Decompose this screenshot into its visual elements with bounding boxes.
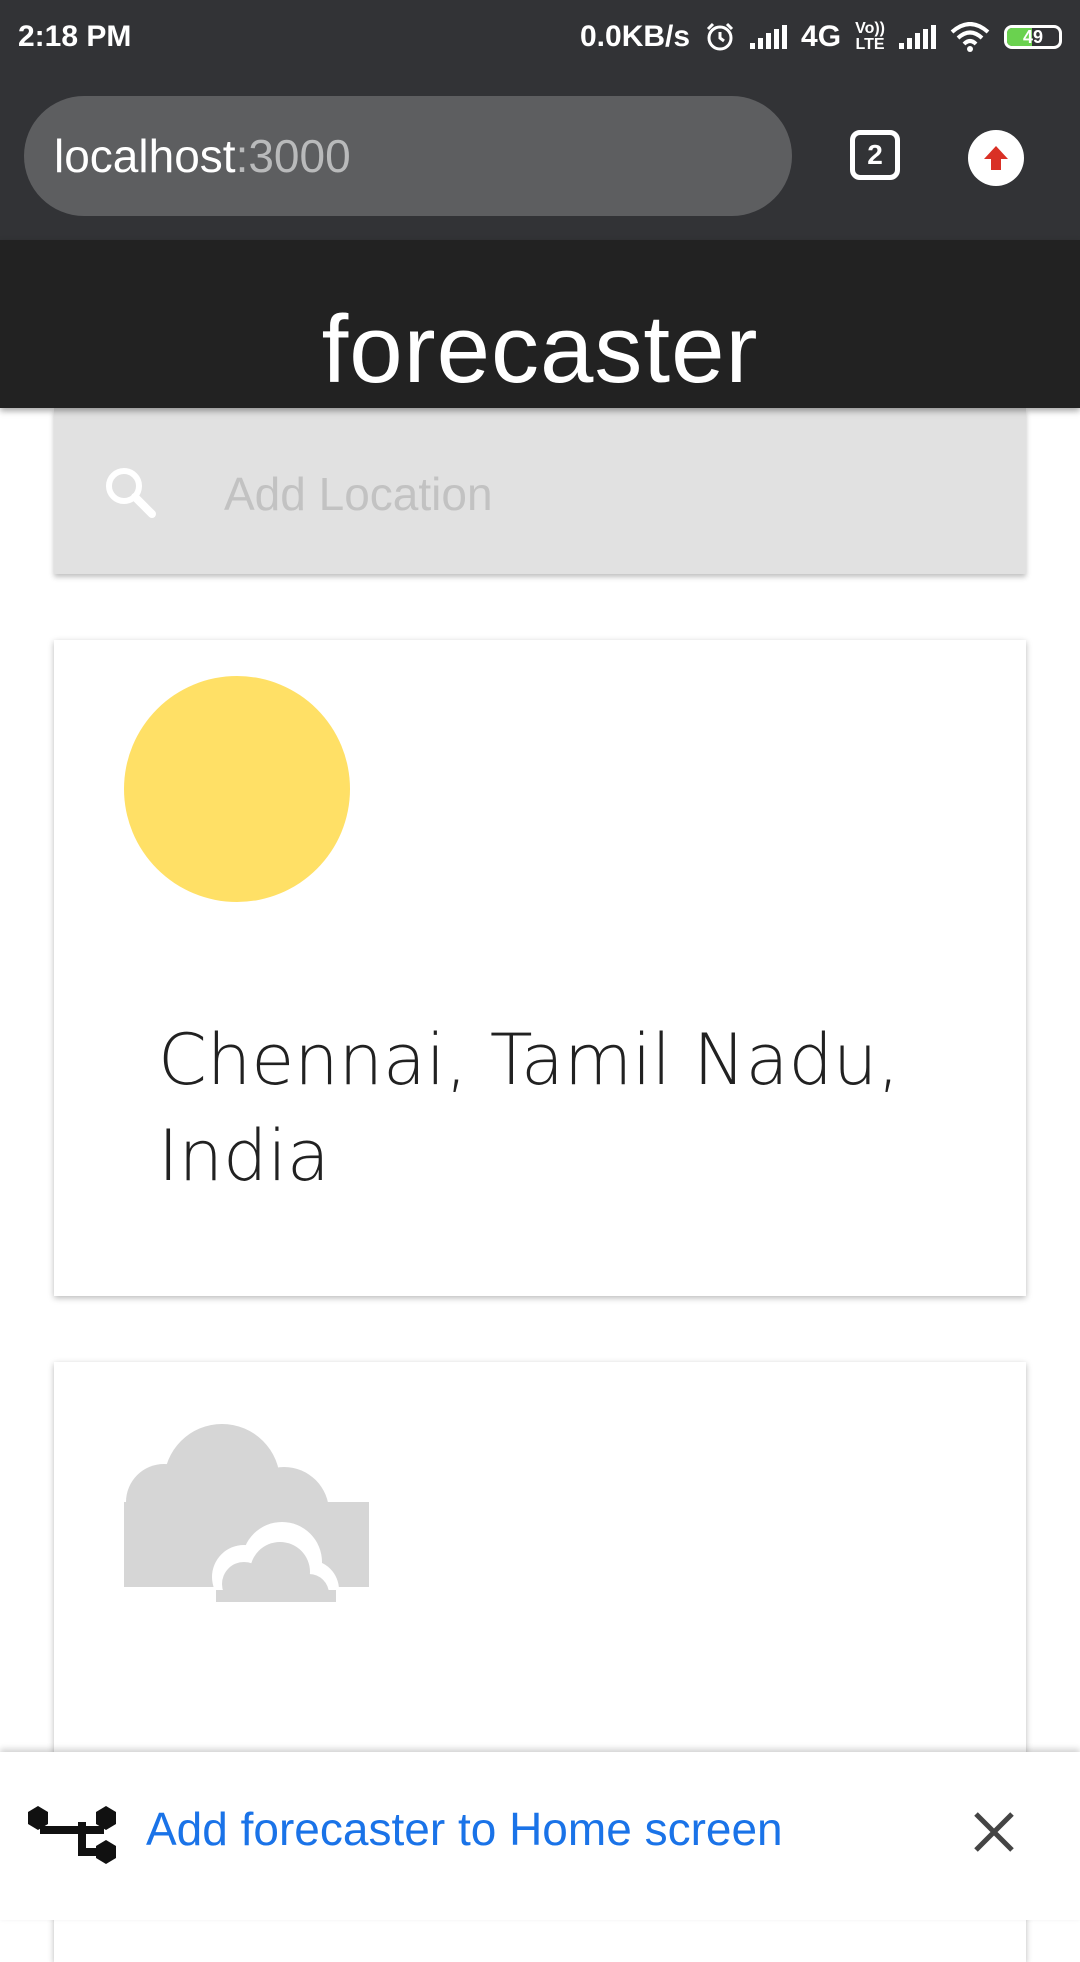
add-to-home-banner: Add forecaster to Home screen: [0, 1752, 1080, 1920]
signal-icon: [750, 25, 788, 49]
url-port: :3000: [235, 130, 351, 182]
url-bar[interactable]: localhost:3000: [24, 96, 792, 216]
add-to-home-link[interactable]: Add forecaster to Home screen: [146, 1802, 783, 1856]
url-host: localhost: [54, 130, 236, 182]
wifi-icon: [950, 22, 990, 52]
status-time: 2:18 PM: [18, 20, 132, 53]
close-icon[interactable]: [970, 1808, 1018, 1856]
search-icon: [106, 468, 156, 518]
network-type: 4G: [801, 20, 842, 53]
arrow-up-icon: [984, 146, 1008, 170]
signal-icon-2: [899, 25, 936, 49]
search-input[interactable]: [222, 448, 986, 540]
app-title: forecaster: [321, 296, 759, 403]
card-location: Chennai, Tamil Nadu, India: [158, 1019, 900, 1197]
browser-toolbar: localhost:3000 2: [0, 74, 1080, 240]
sun-icon: [124, 676, 350, 902]
app-logo-icon: [28, 1806, 116, 1864]
weather-card[interactable]: Chennai, Tamil Nadu, India: [54, 640, 1026, 1296]
status-bar: 2:18 PM 0.0KB/s 4G Vo)) LTE 49: [0, 0, 1080, 74]
app-header: forecaster: [0, 240, 1080, 408]
volte-icon: Vo)) LTE: [855, 20, 885, 53]
battery-icon: 49: [1004, 25, 1062, 49]
status-icons: 0.0KB/s 4G Vo)) LTE 49: [580, 20, 1062, 54]
tab-switcher-button[interactable]: 2: [850, 130, 900, 180]
search-box[interactable]: [54, 408, 1026, 574]
cloud-icon: [104, 1424, 374, 1602]
alarm-icon: [706, 22, 734, 51]
network-speed: 0.0KB/s: [579, 20, 691, 53]
update-button[interactable]: [968, 130, 1024, 186]
